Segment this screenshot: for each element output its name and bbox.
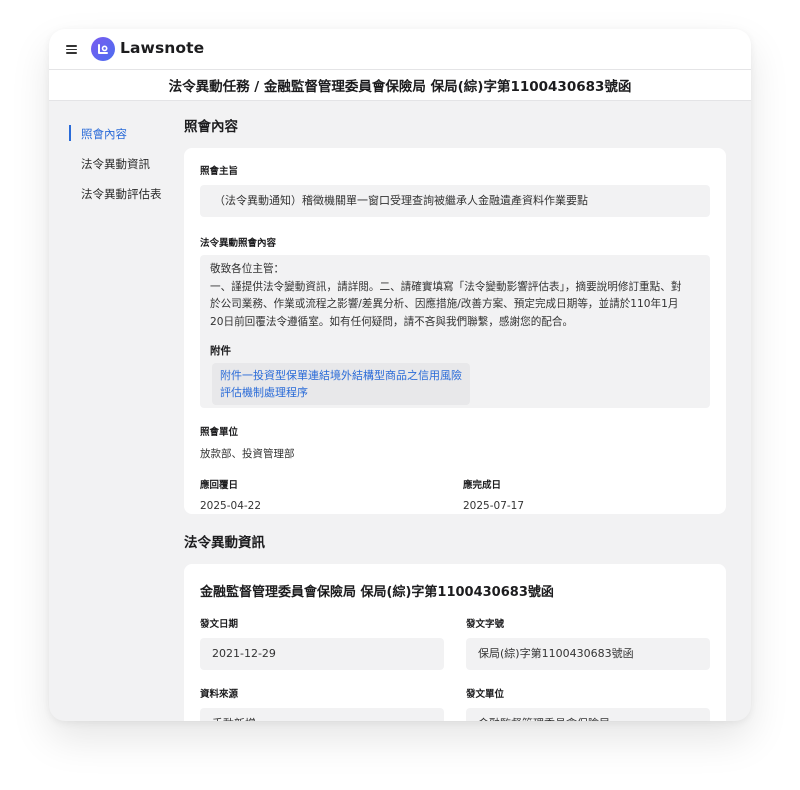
regulation-row-2: 資料來源 手動新增 發文單位 金融監督管理委員會保險局 [200, 686, 710, 721]
content-box: 敬致各位主管： 一、謹提供法令變動資訊，請詳閱。二、請確實填寫「法令變動影響評估… [200, 255, 710, 408]
sidebar-item-regulation-info[interactable]: 法令異動資訊 [69, 151, 179, 181]
page-title: 法令異動任務 / 金融監督管理委員會保險局 保局(綜)字第1100430683號… [168, 79, 632, 95]
doc-number-label: 發文字號 [466, 619, 505, 630]
dates-row: 應回覆日 2025-04-22 應完成日 2025-07-17 [200, 477, 710, 512]
section-title-notice: 照會內容 [184, 119, 238, 135]
sidebar: 照會內容 法令異動資訊 法令異動評估表 [69, 121, 179, 211]
subject-label: 照會主旨 [200, 166, 239, 177]
issuer-group: 發文單位 金融監督管理委員會保險局 [466, 686, 710, 721]
brand-name[interactable]: Lawsnote [120, 39, 204, 57]
hamburger-menu-icon[interactable] [66, 45, 77, 54]
reply-date-value: 2025-04-22 [200, 500, 262, 512]
issue-date-value: 2021-12-29 [200, 638, 444, 670]
unit-value: 放款部、投資管理部 [200, 448, 295, 460]
complete-date-value: 2025-07-17 [463, 500, 525, 512]
complete-date-label: 應完成日 [463, 480, 502, 491]
regulation-doc-title: 金融監督管理委員會保險局 保局(綜)字第1100430683號函 [200, 585, 554, 600]
doc-number-group: 發文字號 保局(綜)字第1100430683號函 [466, 616, 710, 670]
regulation-card: 金融監督管理委員會保險局 保局(綜)字第1100430683號函 發文日期 20… [184, 564, 726, 721]
reply-date-group: 應回覆日 2025-04-22 [200, 477, 463, 512]
content-line: 於公司業務、作業或流程之影響/差異分析、因應措施/改善方案、預定完成日期等，並請… [210, 298, 679, 310]
sidebar-item-assessment-form[interactable]: 法令異動評估表 [69, 181, 179, 211]
section-title-regulation: 法令異動資訊 [184, 535, 265, 551]
content-line: 敬致各位主管： [210, 263, 285, 275]
subject-value: （法令異動通知）稽徵機關單一窗口受理查詢被繼承人金融遺產資料作業要點 [200, 185, 710, 217]
content-line: 20日前回覆法令遵循室。如有任何疑問，請不吝與我們聯繫，感謝您的配合。 [210, 315, 574, 328]
top-navbar: Lawsnote [49, 29, 751, 70]
attachment-link-line: 評估機制處理程序 [220, 386, 308, 399]
regulation-row-1: 發文日期 2021-12-29 發文字號 保局(綜)字第1100430683號函 [200, 616, 710, 670]
page-header: 法令異動任務 / 金融監督管理委員會保險局 保局(綜)字第1100430683號… [49, 70, 751, 101]
main-content: 照會內容 照會主旨 （法令異動通知）稽徵機關單一窗口受理查詢被繼承人金融遺產資料… [184, 101, 726, 721]
issuer-value: 金融監督管理委員會保險局 [466, 708, 710, 721]
content-line: 一、謹提供法令變動資訊，請詳閱。二、請確實填寫「法令變動影響評估表」，摘要說明修… [210, 280, 682, 293]
source-label: 資料來源 [200, 689, 239, 700]
attachment-label: 附件 [210, 345, 231, 357]
app-window: Lawsnote 法令異動任務 / 金融監督管理委員會保險局 保局(綜)字第11… [49, 29, 751, 721]
reply-date-label: 應回覆日 [200, 480, 239, 491]
content-label: 法令異動照會內容 [200, 238, 277, 249]
unit-label: 照會單位 [200, 427, 239, 438]
attachment-link-line: 附件一投資型保單連結境外結構型商品之信用風險 [220, 369, 462, 382]
issue-date-label: 發文日期 [200, 619, 239, 630]
source-value: 手動新增 [200, 708, 444, 721]
issuer-label: 發文單位 [466, 689, 505, 700]
lawsnote-logo-icon[interactable] [91, 37, 115, 61]
sidebar-item-notice-content[interactable]: 照會內容 [69, 121, 179, 151]
issue-date-group: 發文日期 2021-12-29 [200, 616, 444, 670]
notice-card: 照會主旨 （法令異動通知）稽徵機關單一窗口受理查詢被繼承人金融遺產資料作業要點 … [184, 148, 726, 514]
attachment-link[interactable]: 附件一投資型保單連結境外結構型商品之信用風險 評估機制處理程序 [212, 363, 470, 405]
complete-date-group: 應完成日 2025-07-17 [463, 477, 524, 512]
doc-number-value: 保局(綜)字第1100430683號函 [466, 638, 710, 670]
source-group: 資料來源 手動新增 [200, 686, 444, 721]
